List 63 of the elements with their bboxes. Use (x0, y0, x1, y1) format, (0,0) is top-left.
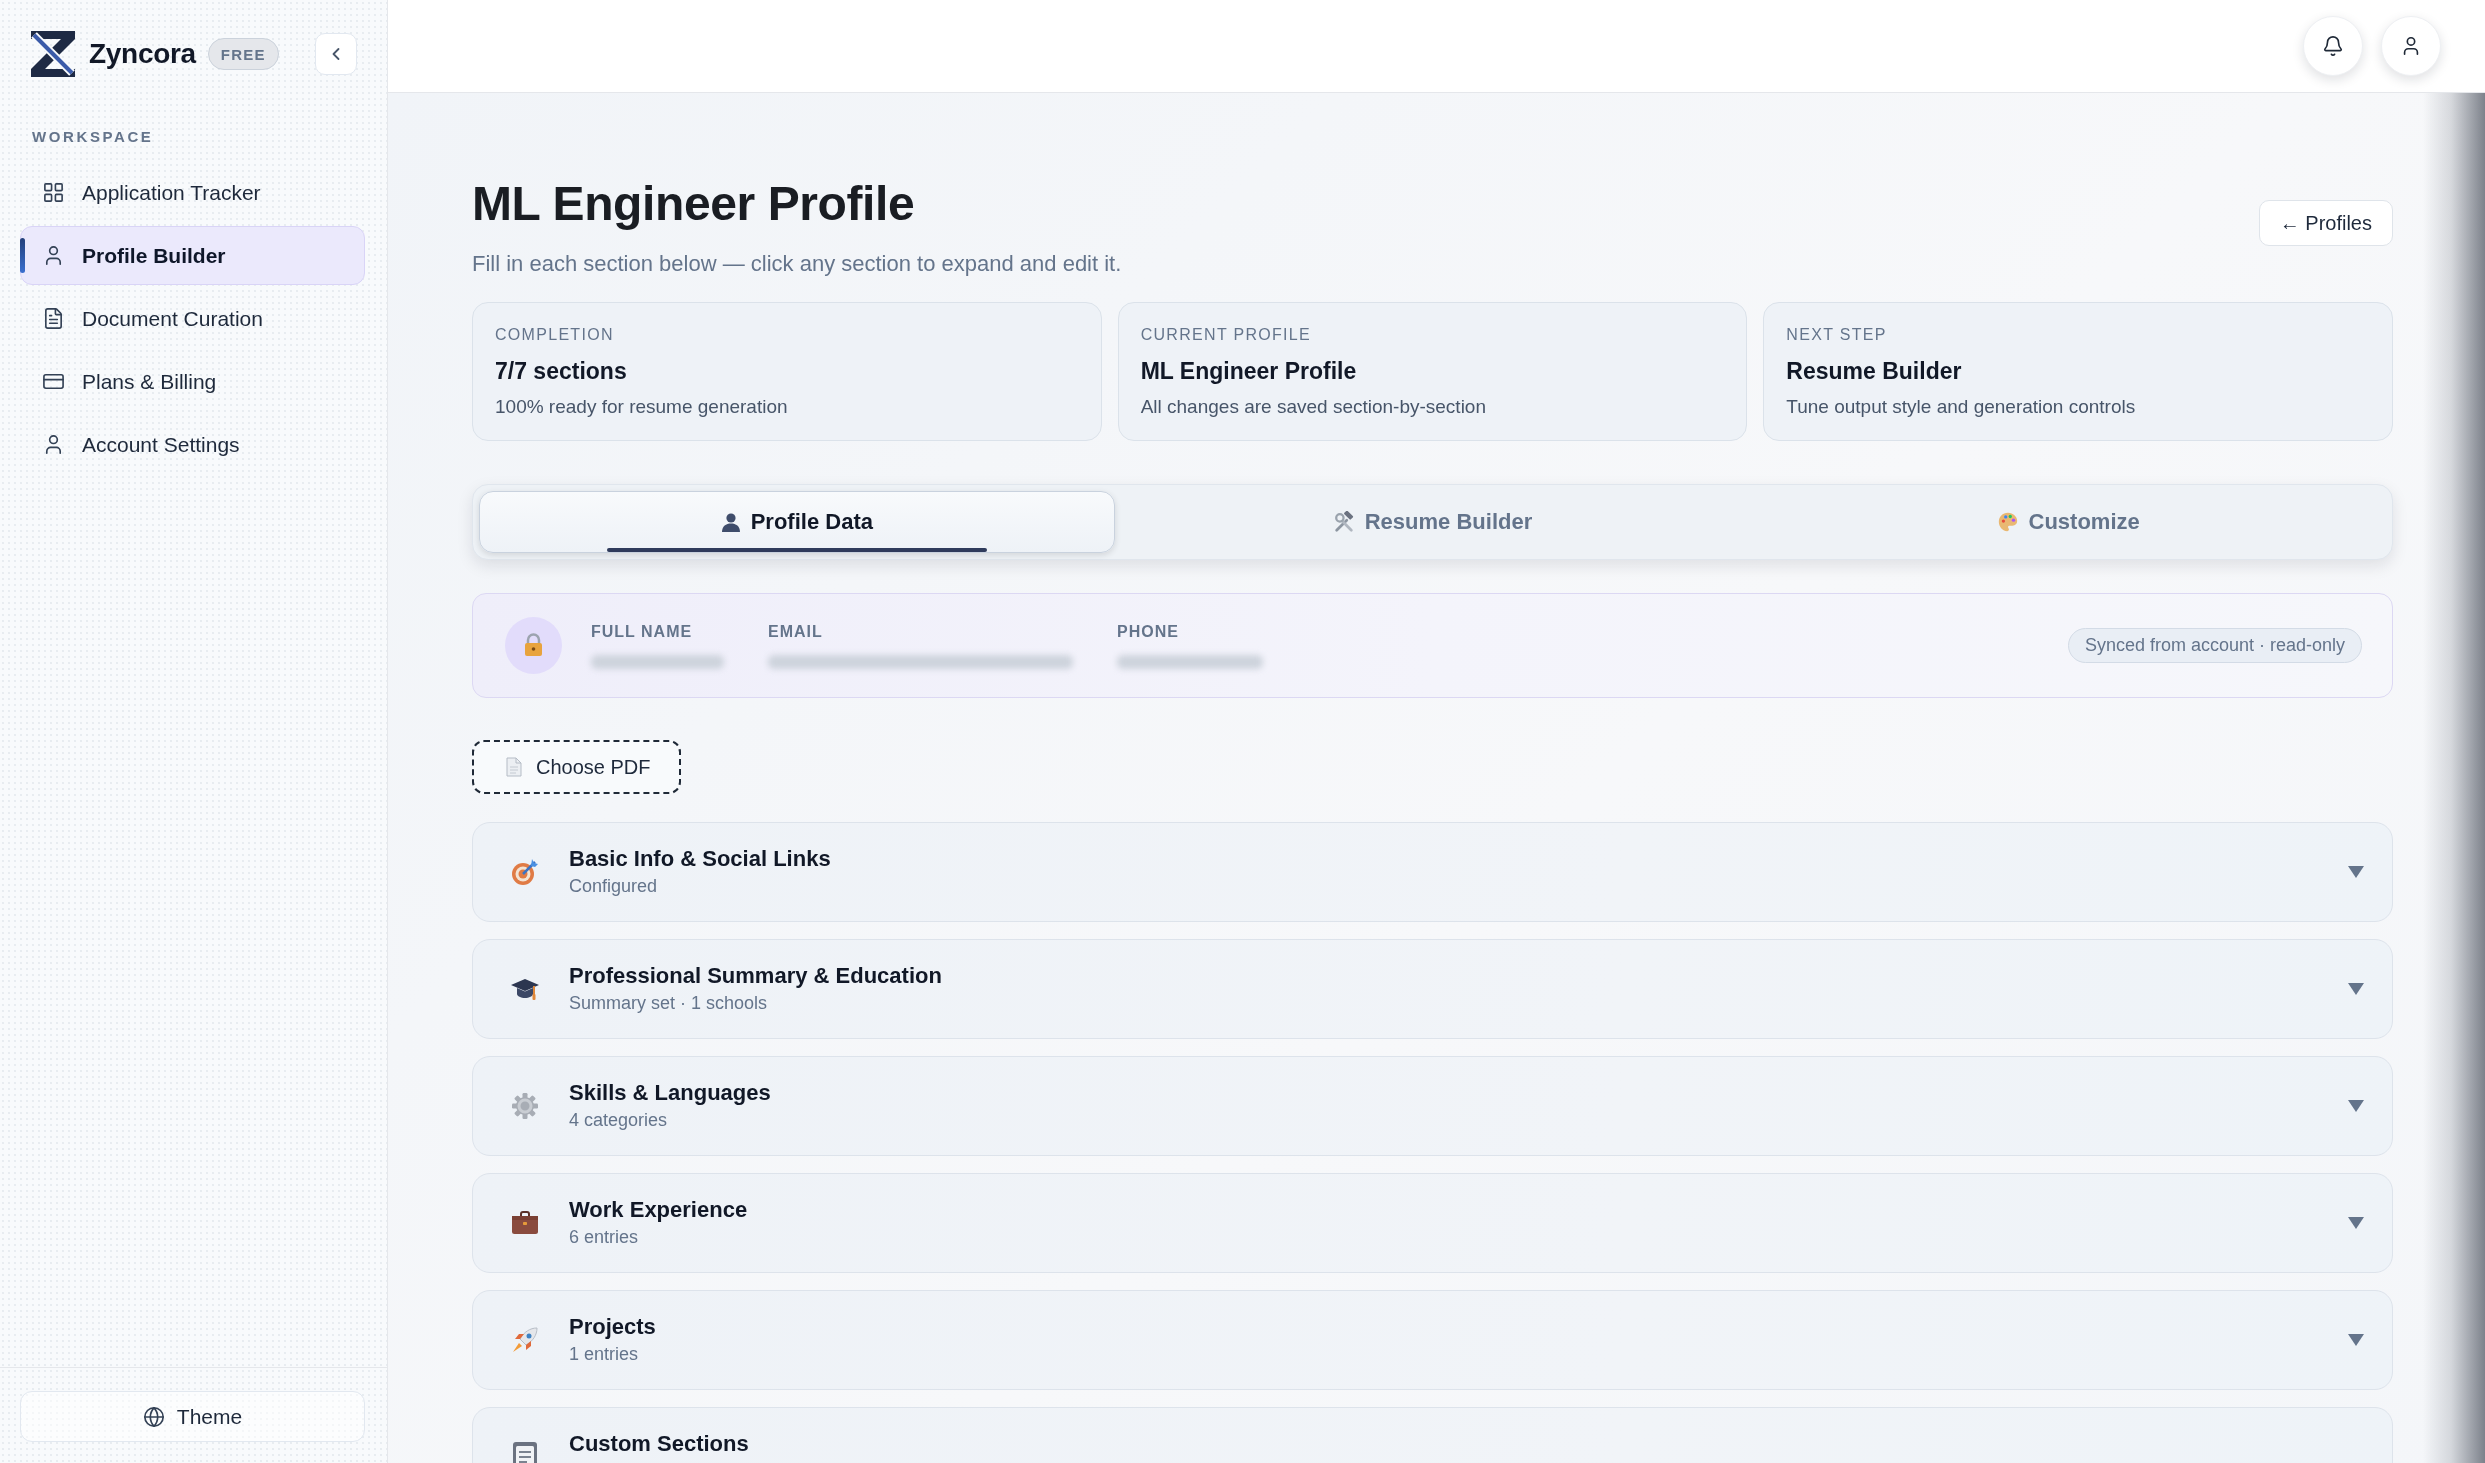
notepad-icon (510, 1442, 540, 1463)
tab[interactable]: Customize (1750, 491, 2386, 553)
sidebar-item[interactable]: Plans & Billing (20, 352, 365, 411)
section-summary: 1 entries (569, 1343, 639, 1365)
brand-name: Zyncora (89, 38, 196, 70)
section-header[interactable]: Basic Info & Social Links Configured (472, 822, 2393, 922)
z-logo-icon (30, 30, 76, 78)
stat-label: COMPLETION (495, 325, 614, 345)
stat-detail: Tune output style and generation controls (1786, 395, 2136, 419)
section-header[interactable]: Projects 1 entries (472, 1290, 2393, 1390)
sidebar-item[interactable]: Application Tracker (20, 163, 365, 222)
section-summary: Configured (569, 875, 658, 897)
section-header[interactable]: Custom Sections (472, 1407, 2393, 1463)
page-title: ML Engineer Profile (472, 177, 915, 231)
theme-button[interactable]: Theme (20, 1391, 365, 1442)
stat-value: Resume Builder (1786, 357, 1962, 385)
plan-badge: FREE (207, 38, 279, 70)
stat-detail: 100% ready for resume generation (495, 395, 788, 419)
nav-section-label: WORKSPACE (32, 128, 154, 146)
sync-status-badge: Synced from account · read-only (2067, 628, 2362, 663)
lock-icon (505, 617, 562, 674)
stat-value: 7/7 sections (495, 357, 627, 385)
user-silhouette-icon (720, 512, 741, 532)
choose-pdf-button[interactable]: Choose PDF (472, 740, 681, 794)
page-subtitle: Fill in each section below — click any section to expand and edit it. (472, 250, 1122, 277)
sidebar-item[interactable]: Document Curation (20, 289, 365, 348)
notifications-button[interactable] (2303, 16, 2363, 76)
stat-detail: All changes are saved section-by-section (1140, 395, 1486, 419)
rocket-icon (510, 1325, 540, 1355)
hammer-wrench-icon (1332, 511, 1355, 533)
stat-label: NEXT STEP (1786, 325, 1887, 345)
sidebar-item[interactable]: Profile Builder (20, 226, 365, 285)
section-summary: Summary set · 1 schools (569, 992, 768, 1014)
section-header[interactable]: Skills & Languages 4 categories (472, 1056, 2393, 1156)
section-header[interactable]: Work Experience 6 entries (472, 1173, 2393, 1273)
target-icon (510, 857, 540, 887)
bell-icon (2322, 35, 2344, 57)
section-title: Projects (569, 1315, 656, 1339)
stat-value: ML Engineer Profile (1140, 357, 1357, 385)
section-summary: 4 categories (569, 1109, 668, 1131)
back-button[interactable]: ← Profiles (2258, 200, 2393, 246)
tab[interactable]: Resume Builder (1114, 491, 1751, 553)
section-title: Skills & Languages (569, 1081, 771, 1105)
section-summary: 6 entries (569, 1226, 639, 1248)
document-icon (42, 307, 65, 330)
section-title: Work Experience (569, 1198, 748, 1222)
document-icon (506, 757, 522, 777)
section-title: Basic Info & Social Links (569, 847, 831, 871)
section-header[interactable]: Professional Summary & Education Summary set · 1 schools (472, 939, 2393, 1039)
section-title: Professional Summary & Education (569, 964, 942, 988)
stat-label: CURRENT PROFILE (1140, 325, 1311, 345)
field-label: EMAIL (768, 622, 823, 642)
grid-icon (42, 181, 65, 204)
field-label: FULL NAME (591, 622, 693, 642)
globe-icon (142, 1405, 165, 1428)
field-label: PHONE (1117, 622, 1179, 642)
section-title: Custom Sections (569, 1432, 749, 1456)
profile-button[interactable] (2381, 16, 2441, 76)
palette-icon (1996, 511, 2019, 533)
tab[interactable]: Profile Data (479, 491, 1115, 553)
collapse-sidebar-button[interactable] (315, 33, 357, 75)
gear-icon (510, 1091, 540, 1121)
sidebar-item[interactable]: Account Settings (20, 415, 365, 474)
